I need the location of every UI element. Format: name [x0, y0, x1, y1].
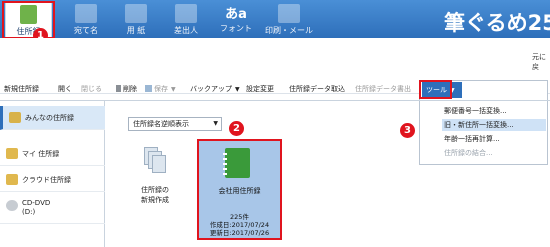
sidebar-item-label: みんなの住所録: [25, 114, 74, 122]
tab-label: フォント: [220, 24, 252, 33]
card-label-line2: 新規作成: [141, 196, 169, 204]
sidebar-item-shared[interactable]: みんなの住所録: [0, 106, 105, 130]
app-title: 筆ぐるめ25: [444, 11, 550, 35]
printer-icon: [278, 4, 300, 23]
disc-icon: [6, 200, 18, 211]
settings-button[interactable]: 設定変更: [246, 84, 274, 94]
highlight-box-card: [197, 139, 282, 240]
callout-number: 3: [400, 123, 415, 138]
document-icon: [152, 155, 166, 173]
tab-font[interactable]: あa フォント: [212, 2, 260, 38]
delete-label: 削除: [123, 85, 137, 93]
paper-icon: [125, 4, 147, 23]
sort-order-value: 住所録名逆順表示: [133, 120, 189, 128]
tab-label: 印刷・メール: [265, 26, 313, 35]
folder-icon: [6, 148, 18, 159]
addressee-icon: [75, 4, 97, 23]
tab-sender[interactable]: 差出人: [162, 2, 210, 38]
tab-addressee[interactable]: 宛て名: [62, 2, 110, 38]
sidebar-item-mine[interactable]: マイ 住所録: [0, 142, 105, 166]
new-address-book-card[interactable]: 住所録の 新規作成: [118, 143, 192, 239]
menu-item-age-recalc[interactable]: 年齢一括再計算...: [442, 133, 546, 145]
card-label-line1: 住所録の: [141, 186, 169, 194]
chevron-down-icon: ▼: [171, 86, 176, 93]
close-button[interactable]: 閉じる: [81, 84, 102, 94]
folder-icon: [9, 112, 21, 123]
chevron-down-icon: ▼: [213, 120, 218, 127]
backup-button[interactable]: バックアップ ▼: [190, 84, 240, 94]
save-button[interactable]: 保存 ▼: [145, 84, 176, 94]
toolbar: 新規住所録 開く 閉じる 削除 保存 ▼ バックアップ ▼ 設定変更 住所録データ取…: [0, 80, 420, 100]
import-button[interactable]: 住所録データ取込: [289, 84, 345, 94]
tab-label: 差出人: [174, 26, 198, 35]
menu-item-merge[interactable]: 住所録の結合...: [442, 147, 546, 159]
sidebar-item-label: マイ 住所録: [22, 150, 60, 158]
callout-number: 2: [229, 121, 244, 136]
sort-order-select[interactable]: 住所録名逆順表示 ▼: [128, 117, 222, 131]
sidebar-item-sublabel: (D:): [22, 208, 36, 216]
tab-print-mail[interactable]: 印刷・メール: [262, 2, 316, 38]
export-button[interactable]: 住所録データ書出: [355, 84, 411, 94]
chevron-down-icon: ▼: [235, 86, 240, 93]
menu-item-address-convert[interactable]: 旧・新住所一括変換...: [442, 119, 546, 131]
menu-item-postal-convert[interactable]: 郵便番号一括変換...: [442, 105, 546, 117]
save-label: 保存: [154, 85, 168, 93]
new-address-book-button[interactable]: 新規住所録: [4, 84, 39, 94]
save-icon: [145, 85, 152, 92]
sidebar-item-label: CD-DVD: [22, 199, 51, 207]
undo-label[interactable]: 元に戻: [532, 52, 550, 72]
sidebar-item-cloud[interactable]: クラウド住所録: [0, 168, 105, 192]
cloud-folder-icon: [6, 174, 18, 185]
trash-icon: [116, 85, 121, 92]
sender-icon: [175, 4, 197, 23]
backup-label: バックアップ: [190, 85, 232, 93]
sidebar-item-cd-dvd[interactable]: CD-DVD (D:): [0, 194, 105, 224]
font-icon: あa: [225, 7, 247, 22]
sidebar-item-label: クラウド住所録: [22, 176, 71, 184]
sidebar: みんなの住所録 マイ 住所録 クラウド住所録 CD-DVD (D:): [0, 101, 105, 247]
highlight-box-tools: [419, 80, 452, 99]
open-button[interactable]: 開く: [58, 84, 72, 94]
tab-label: 宛て名: [74, 26, 98, 35]
tab-paper[interactable]: 用 紙: [112, 2, 160, 38]
tab-label: 用 紙: [126, 26, 146, 35]
delete-button[interactable]: 削除: [116, 84, 137, 94]
